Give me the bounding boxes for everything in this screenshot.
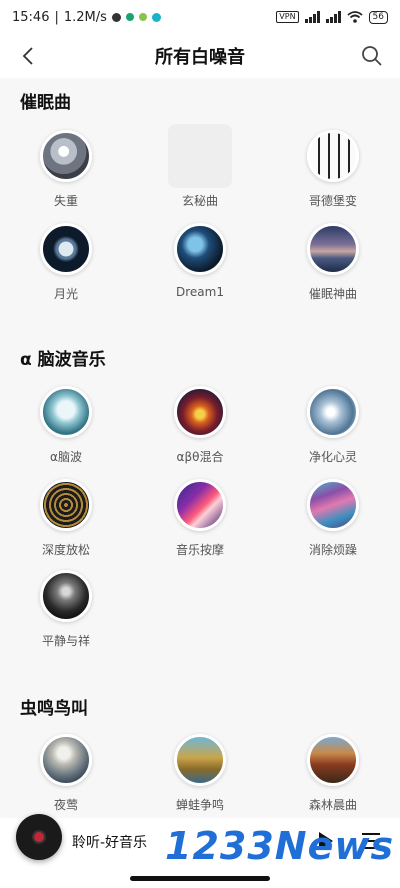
piano-thumbnail: [307, 130, 359, 182]
sound-item-calm-irritation[interactable]: 消除烦躁: [278, 475, 388, 567]
sound-item-hypnosis[interactable]: 催眠神曲: [278, 219, 388, 311]
sound-item-purify[interactable]: 净化心灵: [278, 382, 388, 474]
forest-thumbnail: [307, 734, 359, 786]
placeholder-thumbnail: [168, 124, 232, 188]
sound-item-dream1[interactable]: Dream1: [145, 219, 255, 311]
lake-thumbnail: [307, 223, 359, 275]
moon-thumbnail: [40, 223, 92, 275]
sound-item-goldberg[interactable]: 哥德堡变: [278, 126, 388, 218]
status-bar: 15:46 | 1.2M/s VPN 56: [0, 0, 400, 34]
brain-thumbnail: [40, 386, 92, 438]
network-speed: 1.2M/s: [63, 9, 107, 25]
bird-thumbnail: [40, 734, 92, 786]
signal-icon-2: [325, 11, 341, 23]
sound-item-moonlight[interactable]: 月光: [11, 219, 121, 311]
search-icon: [362, 46, 382, 66]
album-disc-icon[interactable]: [16, 814, 62, 860]
sound-item-mystic[interactable]: 玄秘曲: [145, 124, 255, 216]
search-button[interactable]: [358, 42, 386, 70]
frog-thumbnail: [174, 734, 226, 786]
sound-item-weightless[interactable]: 失重: [11, 126, 121, 218]
home-indicator: [130, 876, 270, 881]
fire-thumbnail: [174, 386, 226, 438]
app-header: 所有白噪音: [0, 34, 400, 78]
wifi-icon: [346, 11, 363, 23]
sound-item-deep-relax[interactable]: 深度放松: [11, 475, 121, 567]
sound-item-alpha[interactable]: α脑波: [11, 382, 121, 474]
sound-item-cicada-frog[interactable]: 蝉蛙争鸣: [145, 730, 255, 822]
sound-item-forest-morning[interactable]: 森林晨曲: [278, 730, 388, 822]
page-title: 所有白噪音: [155, 47, 245, 68]
player-title: 聆听-好音乐: [72, 835, 148, 851]
chevron-left-icon: [22, 47, 33, 65]
battery-icon: 56: [368, 10, 388, 24]
vpn-icon: VPN: [276, 11, 299, 23]
sound-item-peace[interactable]: 平静与祥: [11, 566, 121, 658]
fluid-thumbnail: [307, 479, 359, 531]
app-icon: [151, 12, 161, 22]
sound-item-mixed[interactable]: αβθ混合: [145, 382, 255, 474]
section-title-lullaby: 催眠曲: [20, 93, 71, 113]
alarm-icon: [111, 12, 121, 22]
section-title-nature: 虫鸣鸟叫: [20, 699, 88, 719]
sound-item-music-massage[interactable]: 音乐按摩: [145, 475, 255, 567]
app-notification-icon: [125, 13, 134, 21]
status-time: 15:46: [12, 9, 50, 25]
smoke-thumbnail: [40, 570, 92, 622]
water-thumbnail: [307, 386, 359, 438]
section-title-alpha-waves: α 脑波音乐: [20, 350, 106, 370]
mandala-thumbnail: [40, 479, 92, 531]
wechat-icon: [138, 13, 147, 21]
sound-item-nightingale[interactable]: 夜莺: [11, 730, 121, 822]
watermark-logo: 1233News: [165, 824, 395, 868]
signal-icon: [304, 11, 320, 23]
back-button[interactable]: [14, 42, 42, 70]
light-thumbnail: [174, 479, 226, 531]
dream-thumbnail: [174, 223, 226, 275]
astronaut-thumbnail: [40, 130, 92, 182]
